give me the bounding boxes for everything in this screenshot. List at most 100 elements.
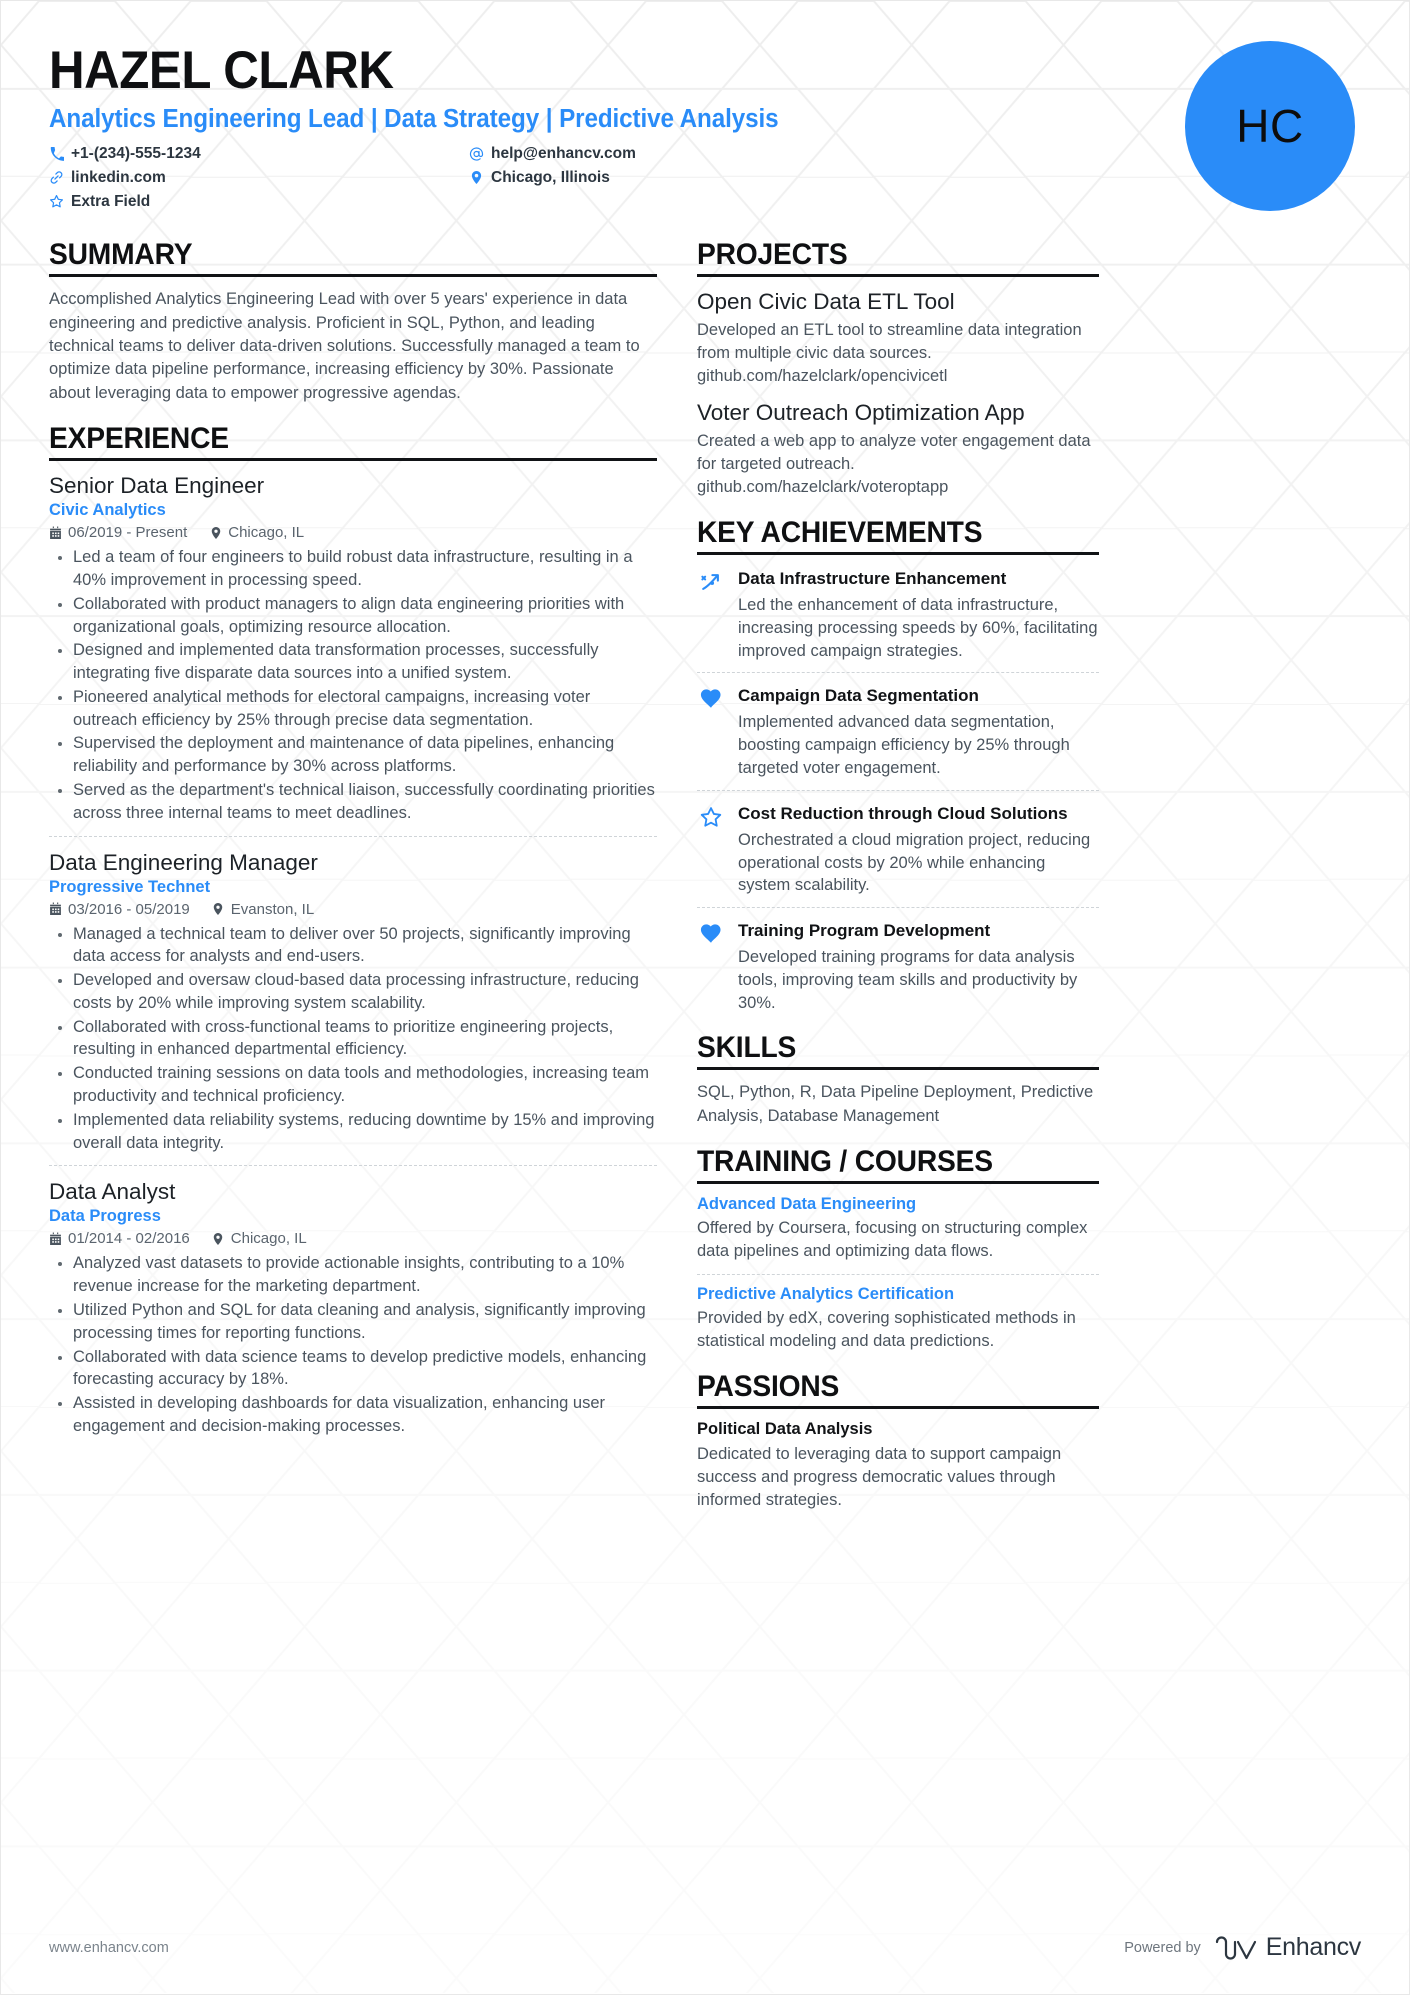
achievement-entry: Training Program Development Developed t… [697, 918, 1099, 1014]
training-description: Provided by edX, covering sophisticated … [697, 1308, 1076, 1350]
experience-entry: Data Engineering Manager Progressive Tec… [49, 849, 657, 1155]
contact-extra-field[interactable]: Extra Field [49, 191, 469, 212]
growth-arrow-icon [697, 568, 725, 662]
project-description: Developed an ETL tool to streamline data… [697, 321, 1082, 386]
resume-body: SUMMARY Accomplished Analytics Engineeri… [49, 238, 1361, 1529]
section-title-projects: PROJECTS [697, 238, 848, 272]
location-pin-icon [209, 526, 222, 540]
section-title-summary: SUMMARY [49, 238, 193, 272]
list-item: Developed and oversaw cloud-based data p… [49, 969, 657, 1015]
section-rule [697, 1067, 1099, 1071]
list-item: Analyzed vast datasets to provide action… [49, 1252, 657, 1298]
contact-email-text: help@enhancv.com [491, 145, 636, 163]
powered-by-label: Powered by [1124, 1939, 1201, 1956]
avatar-initials: HC [1236, 100, 1304, 152]
contact-linkedin[interactable]: linkedin.com [49, 167, 469, 188]
section-title-skills: SKILLS [697, 1031, 797, 1065]
at-icon [469, 146, 484, 161]
experience-company: Civic Analytics [49, 501, 166, 520]
experience-meta: 03/2016 - 05/2019 Evanston, IL [49, 901, 657, 918]
contact-location[interactable]: Chicago, Illinois [469, 167, 1185, 188]
contact-email[interactable]: help@enhancv.com [469, 143, 1185, 164]
passion-description: Dedicated to leveraging data to support … [697, 1444, 1062, 1509]
achievement-body: Cost Reduction through Cloud Solutions O… [738, 803, 1099, 897]
list-item: Led a team of four engineers to build ro… [49, 546, 657, 592]
star-outline-icon [697, 803, 725, 897]
list-item: Collaborated with product managers to al… [49, 593, 657, 639]
achievement-description: Led the enhancement of data infrastructu… [738, 596, 1098, 660]
phone-icon [49, 146, 64, 161]
section-rule [697, 1181, 1099, 1185]
list-item: Utilized Python and SQL for data cleanin… [49, 1299, 657, 1345]
experience-dates-text: 03/2016 - 05/2019 [68, 900, 190, 918]
training-separator [697, 1273, 1099, 1275]
achievement-description: Developed training programs for data ana… [738, 948, 1078, 1012]
experience-entry: Senior Data Engineer Civic Analytics 06/… [49, 472, 657, 824]
heart-filled-icon [697, 685, 725, 779]
achievement-separator [697, 672, 1099, 674]
experience-location: Chicago, IL [212, 1230, 307, 1247]
experience-location: Chicago, IL [209, 524, 304, 541]
experience-meta: 01/2014 - 02/2016 Chicago, IL [49, 1230, 657, 1247]
contact-phone-text: +1-(234)-555-1234 [71, 145, 201, 163]
summary-text: Accomplished Analytics Engineering Lead … [49, 290, 640, 402]
section-projects: PROJECTS Open Civic Data ETL Tool Develo… [697, 238, 1099, 499]
list-item: Pioneered analytical methods for elector… [49, 686, 657, 732]
section-rule [697, 274, 1099, 278]
project-description: Created a web app to analyze voter engag… [697, 431, 1091, 496]
section-summary: SUMMARY Accomplished Analytics Engineeri… [49, 238, 657, 405]
enhancv-logo: Enhancv [1214, 1933, 1361, 1962]
list-item: Supervised the deployment and maintenanc… [49, 732, 657, 778]
achievement-name: Campaign Data Segmentation [738, 686, 979, 706]
right-column: PROJECTS Open Civic Data ETL Tool Develo… [697, 238, 1099, 1529]
professional-headline: Analytics Engineering Lead | Data Strate… [49, 105, 779, 134]
list-item: Collaborated with cross-functional teams… [49, 1016, 657, 1062]
list-item: Served as the department's technical lia… [49, 779, 657, 825]
contact-phone[interactable]: +1-(234)-555-1234 [49, 143, 469, 164]
section-experience: EXPERIENCE Senior Data Engineer Civic An… [49, 422, 657, 1437]
section-title-achievements: KEY ACHIEVEMENTS [697, 515, 983, 549]
contact-location-text: Chicago, Illinois [491, 169, 610, 187]
location-pin-icon [469, 170, 484, 185]
section-rule [697, 1405, 1099, 1409]
achievement-entry: Cost Reduction through Cloud Solutions O… [697, 801, 1099, 897]
calendar-icon [49, 526, 62, 540]
project-name: Voter Outreach Optimization App [697, 399, 1025, 425]
link-icon [49, 170, 64, 185]
achievement-body: Training Program Development Developed t… [738, 920, 1099, 1014]
skills-text: SQL, Python, R, Data Pipeline Deployment… [697, 1083, 1094, 1125]
experience-role: Data Engineering Manager [49, 849, 318, 875]
experience-dates: 03/2016 - 05/2019 [49, 901, 190, 918]
achievement-description: Orchestrated a cloud migration project, … [738, 830, 1091, 895]
entry-separator [49, 1165, 657, 1167]
section-title-passions: PASSIONS [697, 1369, 840, 1403]
experience-bullets: Led a team of four engineers to build ro… [49, 546, 657, 824]
experience-dates: 06/2019 - Present [49, 524, 187, 541]
training-entry: Advanced Data Engineering Offered by Cou… [697, 1195, 1099, 1263]
project-name: Open Civic Data ETL Tool [697, 289, 955, 315]
section-rule [697, 551, 1099, 555]
passion-name: Political Data Analysis [697, 1419, 873, 1438]
experience-location: Evanston, IL [212, 901, 314, 918]
achievement-body: Data Infrastructure Enhancement Led the … [738, 568, 1099, 662]
experience-dates: 01/2014 - 02/2016 [49, 1230, 190, 1247]
training-description: Offered by Coursera, focusing on structu… [697, 1219, 1088, 1261]
resume-page: HAZEL CLARK Analytics Engineering Lead |… [0, 0, 1410, 1995]
location-pin-icon [212, 1232, 225, 1246]
achievement-name: Cost Reduction through Cloud Solutions [738, 803, 1068, 823]
achievement-separator [697, 907, 1099, 909]
section-passions: PASSIONS Political Data Analysis Dedicat… [697, 1370, 1099, 1512]
section-title-training: TRAINING / COURSES [697, 1145, 993, 1179]
section-training: TRAINING / COURSES Advanced Data Enginee… [697, 1145, 1099, 1352]
experience-company: Data Progress [49, 1207, 161, 1226]
contact-linkedin-text: linkedin.com [71, 169, 166, 187]
project-entry: Voter Outreach Optimization App Created … [697, 399, 1099, 499]
contact-details: +1-(234)-555-1234 help@enhancv.com linke… [49, 143, 1185, 212]
footer-url[interactable]: www.enhancv.com [49, 1940, 169, 1956]
experience-bullets: Managed a technical team to deliver over… [49, 923, 657, 1155]
page-footer: www.enhancv.com Powered by Enhancv [49, 1933, 1361, 1962]
calendar-icon [49, 1232, 62, 1246]
brand-name: Enhancv [1265, 1933, 1362, 1961]
list-item: Conducted training sessions on data tool… [49, 1062, 657, 1108]
page-title: HAZEL CLARK [49, 41, 394, 100]
